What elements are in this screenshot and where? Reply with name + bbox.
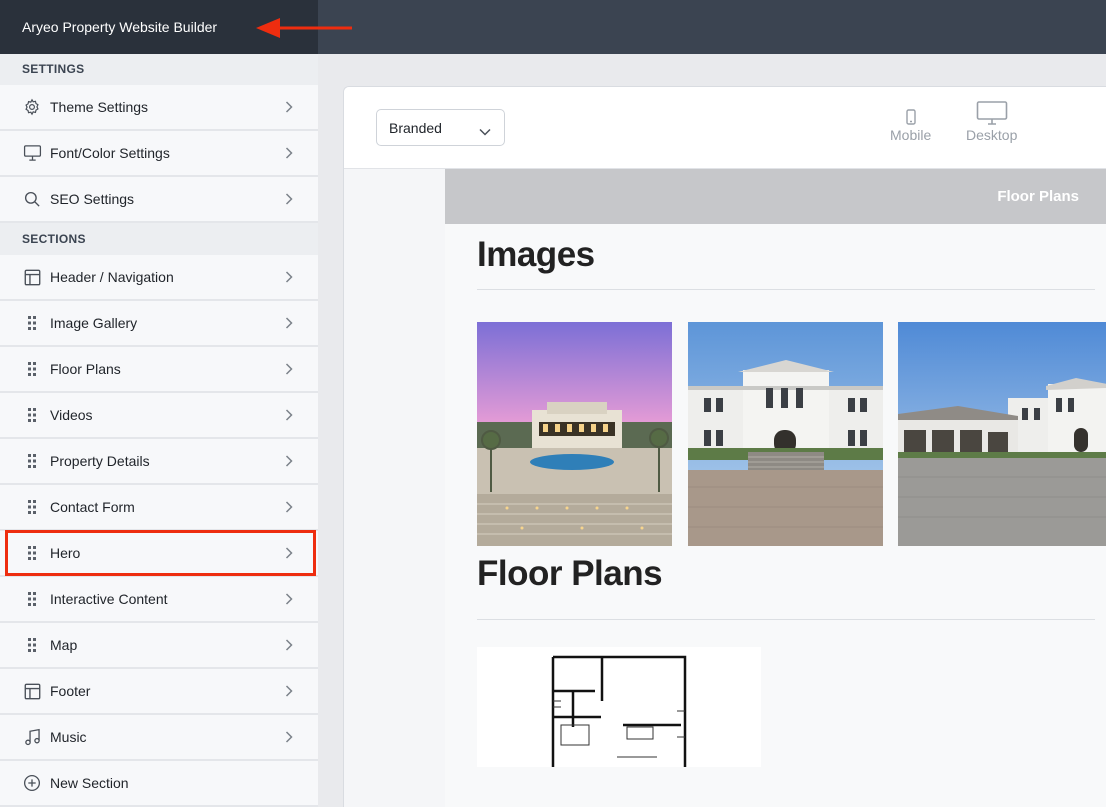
sidebar-item-music[interactable]: Music bbox=[0, 715, 318, 761]
sidebar-item-label: Music bbox=[50, 729, 87, 745]
website-navbar: Floor Plans bbox=[445, 169, 1106, 224]
preview-panel: Branded Mobile Desktop Floor Plans Image… bbox=[343, 86, 1106, 807]
chevron-right-icon bbox=[284, 193, 294, 205]
sidebar-item-label: New Section bbox=[50, 775, 129, 791]
theme-select-value: Branded bbox=[389, 119, 442, 136]
chevron-down-icon bbox=[479, 123, 491, 139]
chevron-right-icon bbox=[284, 501, 294, 513]
sidebar-item-label: Theme Settings bbox=[50, 99, 149, 115]
annotation-arrow-icon bbox=[256, 18, 352, 38]
drag-handle-icon[interactable] bbox=[22, 405, 42, 425]
layout-icon bbox=[22, 267, 42, 287]
chevron-right-icon bbox=[284, 685, 294, 697]
drag-handle-icon[interactable] bbox=[22, 543, 42, 563]
gallery-image[interactable] bbox=[688, 322, 883, 546]
sidebar-item-label: SEO Settings bbox=[50, 191, 135, 207]
preview-toolbar: Branded Mobile Desktop bbox=[344, 87, 1106, 169]
search-icon bbox=[22, 189, 42, 209]
plus-circle-icon bbox=[22, 773, 42, 793]
divider bbox=[477, 619, 1095, 620]
divider bbox=[477, 289, 1095, 290]
layout-icon bbox=[22, 681, 42, 701]
settings-header: SETTINGS bbox=[22, 62, 85, 76]
nav-link-floor-plans[interactable]: Floor Plans bbox=[997, 169, 1079, 224]
sidebar-item-hero[interactable]: Hero bbox=[0, 531, 318, 577]
sidebar-item-new-section[interactable]: New Section bbox=[0, 761, 318, 807]
sidebar-item-label: Map bbox=[50, 637, 78, 653]
gallery-image[interactable] bbox=[477, 322, 672, 546]
sidebar-item-videos[interactable]: Videos bbox=[0, 393, 318, 439]
theme-select[interactable]: Branded bbox=[376, 109, 505, 146]
sidebar-item-map[interactable]: Map bbox=[0, 623, 318, 669]
sidebar-item-label: Contact Form bbox=[50, 499, 135, 515]
sidebar-item-contact-form[interactable]: Contact Form bbox=[0, 485, 318, 531]
sidebar-item-image-gallery[interactable]: Image Gallery bbox=[0, 301, 318, 347]
preview-canvas: Floor Plans Images Floor Plans bbox=[344, 169, 1106, 807]
monitor-icon bbox=[22, 143, 42, 163]
sidebar: SETTINGS Theme Settings Font/Color Setti… bbox=[0, 54, 318, 807]
floor-plans-heading: Floor Plans bbox=[477, 554, 663, 593]
device-label: Desktop bbox=[966, 127, 1018, 143]
sidebar-item-header-navigation[interactable]: Header / Navigation bbox=[0, 255, 318, 301]
drag-handle-icon[interactable] bbox=[22, 497, 42, 517]
gear-icon bbox=[22, 97, 42, 117]
sidebar-item-property-details[interactable]: Property Details bbox=[0, 439, 318, 485]
mobile-icon bbox=[890, 103, 931, 125]
top-bar: Aryeo Property Website Builder bbox=[0, 0, 1106, 54]
chevron-right-icon bbox=[284, 271, 294, 283]
chevron-right-icon bbox=[284, 363, 294, 375]
sidebar-item-interactive-content[interactable]: Interactive Content bbox=[0, 577, 318, 623]
gallery-image[interactable] bbox=[898, 322, 1106, 546]
chevron-right-icon bbox=[284, 731, 294, 743]
sidebar-item-label: Interactive Content bbox=[50, 591, 168, 607]
drag-handle-icon[interactable] bbox=[22, 313, 42, 333]
sidebar-item-label: Property Details bbox=[50, 453, 150, 469]
drag-handle-icon[interactable] bbox=[22, 451, 42, 471]
sections-header: SECTIONS bbox=[22, 232, 86, 246]
website-preview: Floor Plans Images Floor Plans bbox=[445, 169, 1106, 807]
sidebar-item-label: Videos bbox=[50, 407, 93, 423]
sidebar-item-label: Floor Plans bbox=[50, 361, 121, 377]
chevron-right-icon bbox=[284, 547, 294, 559]
chevron-right-icon bbox=[284, 639, 294, 651]
sidebar-item-label: Footer bbox=[50, 683, 91, 699]
device-label: Mobile bbox=[890, 127, 932, 143]
sidebar-item-footer[interactable]: Footer bbox=[0, 669, 318, 715]
sidebar-item-theme-settings[interactable]: Theme Settings bbox=[0, 85, 318, 131]
chevron-right-icon bbox=[284, 317, 294, 329]
chevron-right-icon bbox=[284, 455, 294, 467]
sidebar-item-font-color-settings[interactable]: Font/Color Settings bbox=[0, 131, 318, 177]
images-heading: Images bbox=[477, 235, 595, 274]
chevron-right-icon bbox=[284, 101, 294, 113]
drag-handle-icon[interactable] bbox=[22, 589, 42, 609]
chevron-right-icon bbox=[284, 409, 294, 421]
music-icon bbox=[22, 727, 42, 747]
sidebar-item-seo-settings[interactable]: SEO Settings bbox=[0, 177, 318, 223]
drag-handle-icon[interactable] bbox=[22, 635, 42, 655]
sidebar-item-label: Image Gallery bbox=[50, 315, 138, 331]
drag-handle-icon[interactable] bbox=[22, 359, 42, 379]
device-mobile-button[interactable]: Mobile bbox=[890, 103, 931, 143]
chevron-right-icon bbox=[284, 147, 294, 159]
desktop-icon bbox=[966, 101, 1017, 125]
floor-plan-image[interactable] bbox=[477, 647, 761, 767]
device-desktop-button[interactable]: Desktop bbox=[966, 101, 1018, 143]
sidebar-item-label: Header / Navigation bbox=[50, 269, 174, 285]
sidebar-item-floor-plans[interactable]: Floor Plans bbox=[0, 347, 318, 393]
chevron-right-icon bbox=[284, 593, 294, 605]
sidebar-item-label: Hero bbox=[50, 545, 81, 561]
sidebar-item-label: Font/Color Settings bbox=[50, 145, 170, 161]
